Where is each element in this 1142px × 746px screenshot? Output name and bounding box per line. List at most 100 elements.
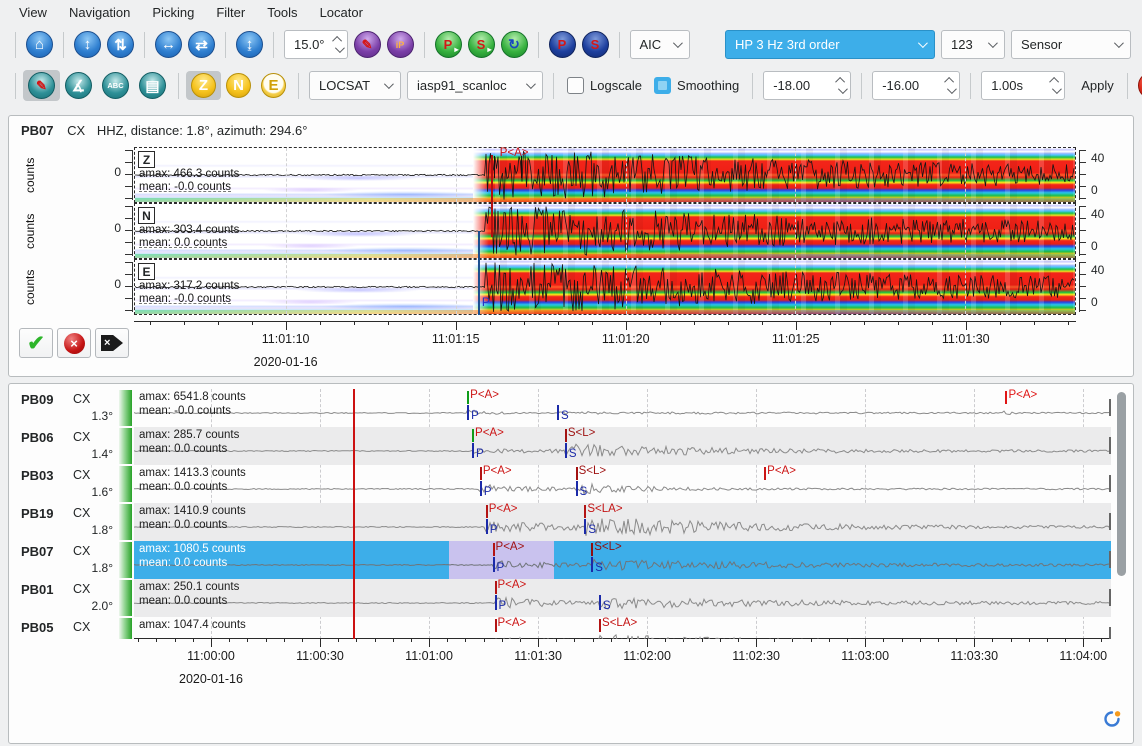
- manual-pick-marker[interactable]: [467, 405, 469, 420]
- pick-marker[interactable]: [764, 467, 766, 480]
- station-label-block[interactable]: PB03CX1.6°: [13, 465, 117, 503]
- spectrogram-trace-E[interactable]: Eamax: 317.2 countsmean: -0.0 counts: [134, 259, 1076, 315]
- pick-marker[interactable]: [584, 505, 586, 518]
- picker-tool-icon[interactable]: ✎: [354, 31, 381, 58]
- component-n-toggle[interactable]: N: [221, 71, 256, 100]
- component-e-toggle[interactable]: E: [256, 71, 291, 100]
- reject-pick-button[interactable]: ×: [57, 328, 91, 358]
- station-label-block[interactable]: PB01CX2.0°: [13, 579, 117, 617]
- pick-marker[interactable]: [565, 429, 567, 442]
- manual-pick-marker[interactable]: [576, 481, 578, 496]
- unit-combo[interactable]: Sensor: [1011, 30, 1131, 59]
- trace-area[interactable]: amax: 1080.5 countsmean: 0.0 countsP<A>P…: [134, 541, 1111, 579]
- target-icon[interactable]: [1138, 72, 1142, 99]
- spin-arrows[interactable]: [335, 36, 342, 53]
- station-label-block[interactable]: PB07CX1.8°: [13, 541, 117, 579]
- spin-arrows[interactable]: [947, 77, 954, 94]
- manual-pick-marker[interactable]: [584, 519, 586, 534]
- trace-area[interactable]: amax: 250.1 countsmean: 0.0 countsP<A>PS: [134, 579, 1111, 617]
- skip-trace-button[interactable]: ×: [95, 328, 129, 358]
- time-zoom-in-icon[interactable]: ↔: [155, 31, 182, 58]
- station-row-PB03[interactable]: PB03CX1.6° amax: 1413.3 countsmean: 0.0 c…: [13, 465, 1127, 503]
- pick-marker[interactable]: [480, 467, 482, 480]
- trace-area[interactable]: amax: 285.7 countsmean: 0.0 countsP<A>PS…: [134, 427, 1111, 465]
- manual-pick-marker[interactable]: [495, 595, 497, 610]
- manual-pick-marker[interactable]: [486, 519, 488, 534]
- manual-pick-marker[interactable]: [480, 481, 482, 496]
- menu-navigation[interactable]: Navigation: [58, 2, 141, 23]
- pick-marker[interactable]: [495, 581, 497, 594]
- relocate-icon[interactable]: ↻: [501, 31, 528, 58]
- manual-pick-marker[interactable]: [493, 557, 495, 572]
- station-row-PB06[interactable]: PB06CX1.4° amax: 285.7 countsmean: 0.0 co…: [13, 427, 1127, 465]
- confirm-pick-button[interactable]: ✔: [19, 328, 53, 358]
- pick-mode-toggle[interactable]: ✎: [23, 70, 60, 101]
- s-waveform-icon[interactable]: S: [582, 31, 609, 58]
- station-row-PB05[interactable]: PB05CX amax: 1047.4 countsP<A>S<LA>: [13, 617, 1127, 639]
- picker-plot[interactable]: Zamax: 466.3 countsmean: -0.0 countsNama…: [134, 147, 1076, 315]
- spectrum-max-spinbox[interactable]: -16.00: [872, 71, 960, 100]
- pick-marker[interactable]: [599, 619, 601, 632]
- station-row-PB09[interactable]: PB09CX1.3° amax: 6541.8 countsmean: -0.0 …: [13, 389, 1127, 427]
- manual-pick-marker[interactable]: [472, 443, 474, 458]
- profile-combo[interactable]: iasp91_scanloc: [407, 71, 543, 100]
- menu-picking[interactable]: Picking: [141, 2, 205, 23]
- pick-marker[interactable]: [1005, 391, 1007, 404]
- menu-view[interactable]: View: [8, 2, 58, 23]
- archive-toggle[interactable]: ▤: [134, 70, 171, 101]
- smoothing-checkbox[interactable]: Smoothing: [654, 77, 739, 94]
- next-s-icon[interactable]: S▸: [468, 31, 495, 58]
- abc-toggle[interactable]: ABC: [97, 70, 134, 101]
- pick-marker[interactable]: [472, 429, 474, 442]
- next-p-icon[interactable]: P▸: [435, 31, 462, 58]
- spectrogram-trace-Z[interactable]: Zamax: 466.3 countsmean: -0.0 counts: [134, 147, 1076, 203]
- manual-pick-marker[interactable]: [599, 595, 601, 610]
- station-row-PB07[interactable]: PB07CX1.8° amax: 1080.5 countsmean: 0.0 c…: [13, 541, 1127, 579]
- locator-combo[interactable]: LOCSAT: [309, 71, 401, 100]
- manual-pick-marker[interactable]: [565, 443, 567, 458]
- station-row-PB01[interactable]: PB01CX2.0° amax: 250.1 countsmean: 0.0 co…: [13, 579, 1127, 617]
- pick-marker[interactable]: [467, 391, 469, 404]
- menu-filter[interactable]: Filter: [205, 2, 256, 23]
- logscale-checkbox[interactable]: Logscale: [567, 77, 642, 94]
- pick-marker[interactable]: [495, 619, 497, 632]
- time-zoom-out-icon[interactable]: ⇄: [188, 31, 215, 58]
- station-label-block[interactable]: PB09CX1.3°: [13, 389, 117, 427]
- station-row-PB19[interactable]: PB19CX1.8° amax: 1410.9 countsmean: 0.0 c…: [13, 503, 1127, 541]
- polarization-toggle[interactable]: ∡: [60, 70, 97, 101]
- menu-tools[interactable]: Tools: [256, 2, 308, 23]
- manual-pick-marker[interactable]: [557, 405, 559, 420]
- pick-marker[interactable]: [576, 467, 578, 480]
- amplitude-zoom-in-icon[interactable]: ↕: [74, 31, 101, 58]
- manual-pick-marker[interactable]: [591, 557, 593, 572]
- rotation-combo[interactable]: 123: [941, 30, 1005, 59]
- station-label-block[interactable]: PB19CX1.8°: [13, 503, 117, 541]
- trace-area[interactable]: amax: 6541.8 countsmean: -0.0 countsP<A>…: [134, 389, 1111, 427]
- component-z-toggle[interactable]: Z: [186, 71, 221, 100]
- trace-area[interactable]: amax: 1413.3 countsmean: 0.0 countsP<A>P…: [134, 465, 1111, 503]
- spectrum-min-spinbox[interactable]: -18.00: [763, 71, 851, 100]
- ip-pick-icon[interactable]: iP: [387, 31, 414, 58]
- spectrogram-trace-N[interactable]: Namax: 303.4 countsmean: 0.0 counts: [134, 203, 1076, 259]
- station-label-block[interactable]: PB05CX: [13, 617, 117, 639]
- spin-arrows[interactable]: [838, 77, 845, 94]
- y-zero-label: 0: [97, 165, 121, 179]
- trace-area[interactable]: amax: 1047.4 countsP<A>S<LA>: [134, 617, 1111, 639]
- amplitude-zoom-out-icon[interactable]: ⇅: [107, 31, 134, 58]
- rotation-angle-spinbox[interactable]: 15.0°: [284, 30, 348, 59]
- fit-amplitude-icon[interactable]: ↨: [236, 31, 263, 58]
- vertical-scrollbar[interactable]: [1117, 392, 1126, 576]
- menu-locator[interactable]: Locator: [309, 2, 374, 23]
- apply-button[interactable]: Apply: [1072, 73, 1123, 98]
- pick-marker[interactable]: [493, 543, 495, 556]
- p-waveform-icon[interactable]: P: [549, 31, 576, 58]
- pick-marker[interactable]: [486, 505, 488, 518]
- trace-area[interactable]: amax: 1410.9 countsmean: 0.0 countsP<A>P…: [134, 503, 1111, 541]
- home-icon[interactable]: ⌂: [26, 31, 53, 58]
- filter-combo[interactable]: HP 3 Hz 3rd order: [725, 30, 935, 59]
- window-length-spinbox[interactable]: 1.00s: [981, 71, 1065, 100]
- spin-arrows[interactable]: [1052, 77, 1059, 94]
- onset-method-combo[interactable]: AIC: [630, 30, 690, 59]
- pick-marker[interactable]: [591, 543, 593, 556]
- station-label-block[interactable]: PB06CX1.4°: [13, 427, 117, 465]
